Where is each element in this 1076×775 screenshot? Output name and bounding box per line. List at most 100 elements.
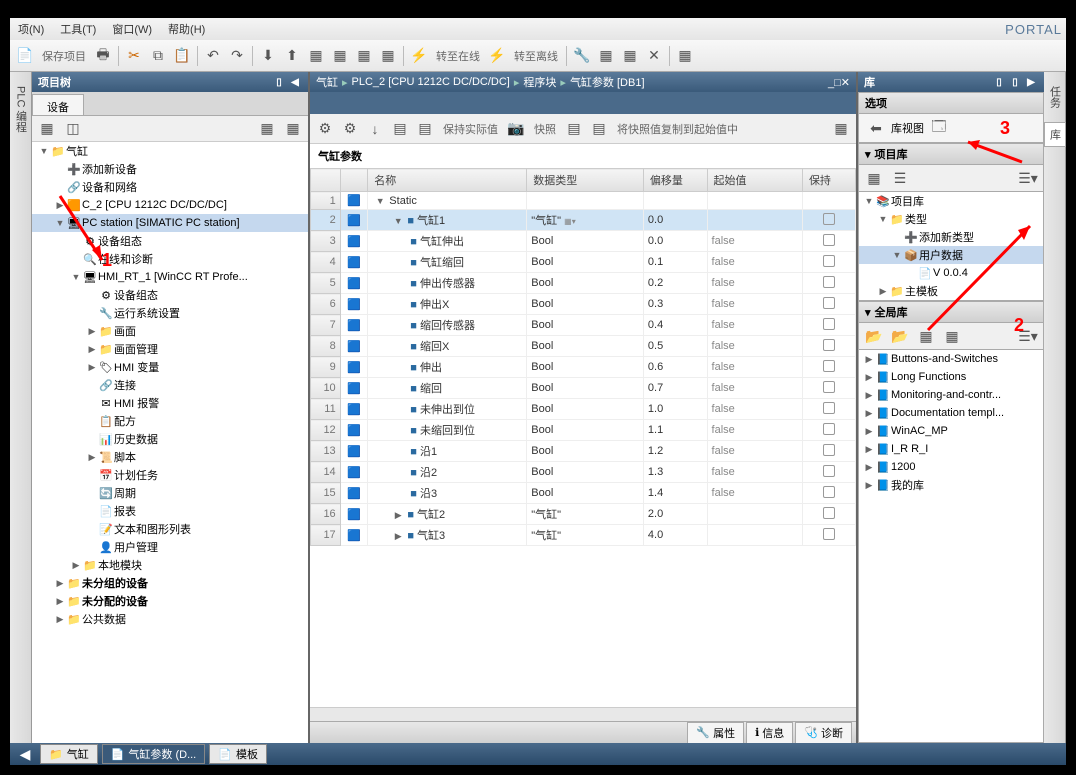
glib-tb-2[interactable]: 📂 — [889, 325, 911, 347]
undo-icon[interactable]: ↶ — [202, 45, 224, 67]
tree-node[interactable]: 📝文本和图形列表 — [32, 520, 308, 538]
global-lib-item[interactable]: ▶📘Long Functions — [859, 368, 1043, 386]
properties-tab[interactable]: 🔧属性 — [687, 722, 744, 744]
redo-icon[interactable]: ↷ — [226, 45, 248, 67]
sb-project[interactable]: 📁气缸 — [40, 744, 98, 764]
menu-tools[interactable]: 工具(T) — [56, 19, 100, 39]
mtb-3[interactable]: ↓ — [364, 118, 386, 140]
menu-window[interactable]: 窗口(W) — [108, 19, 156, 39]
tree-node[interactable]: ▶📜脚本 — [32, 448, 308, 466]
tb-icon-7[interactable]: ▦ — [619, 45, 641, 67]
tree-node[interactable]: ▶📁公共数据 — [32, 610, 308, 628]
col-offset[interactable]: 偏移量 — [643, 169, 707, 192]
global-lib-item[interactable]: ▶📘Buttons-and-Switches — [859, 350, 1043, 368]
tree-tb-4[interactable]: ▦ — [282, 118, 304, 140]
table-row[interactable]: 3 🟦 ■ 气缸伸出 Bool 0.0 false — [311, 231, 856, 252]
mtb-7[interactable]: ▤ — [588, 118, 610, 140]
tree-node[interactable]: ➕添加新设备 — [32, 160, 308, 178]
menu-help[interactable]: 帮助(H) — [164, 19, 209, 39]
mtb-8[interactable]: ▦ — [830, 118, 852, 140]
sb-db[interactable]: 📄气缸参数 (D... — [102, 744, 206, 764]
lib-item[interactable]: ➕添加新类型 — [859, 228, 1043, 246]
tree-node[interactable]: 🔄周期 — [32, 484, 308, 502]
table-row[interactable]: 1 🟦 ▼ Static — [311, 192, 856, 210]
global-lib-item[interactable]: ▶📘I_R R_I — [859, 440, 1043, 458]
global-lib-item[interactable]: ▶📘WinAC_MP — [859, 422, 1043, 440]
glib-tb-3[interactable]: ▦ — [915, 325, 937, 347]
table-row[interactable]: 16 🟦 ▶ ■ 气缸2 "气缸" 2.0 — [311, 504, 856, 525]
options-header[interactable]: 选项 — [858, 92, 1044, 114]
tree-node[interactable]: ⚙设备组态 — [32, 286, 308, 304]
tree-node[interactable]: ▶📁未分组的设备 — [32, 574, 308, 592]
snapshot-button[interactable]: 快照 — [530, 121, 560, 137]
glib-tb-4[interactable]: ▦ — [941, 325, 963, 347]
tree-node[interactable]: ▶📁画面管理 — [32, 340, 308, 358]
tree-node[interactable]: 📅计划任务 — [32, 466, 308, 484]
bc-1[interactable]: 气缸 — [316, 74, 338, 90]
global-lib-item[interactable]: ▶📘我的库 — [859, 476, 1043, 494]
col-start[interactable]: 起始值 — [707, 169, 802, 192]
tree-tb-1[interactable]: ▦ — [36, 118, 58, 140]
tree-tb-2[interactable]: ◫ — [62, 118, 84, 140]
tb-icon-1[interactable]: ▦ — [305, 45, 327, 67]
go-offline-icon[interactable]: ⚡ — [486, 45, 508, 67]
tb-icon-5[interactable]: 🔧 — [571, 45, 593, 67]
go-online-button[interactable]: 转至在线 — [432, 48, 484, 64]
close-editor-icon[interactable]: ✕ — [841, 77, 850, 89]
info-tab[interactable]: ℹ信息 — [746, 722, 793, 744]
glib-tb-1[interactable]: 📂 — [863, 325, 885, 347]
bc-3[interactable]: 程序块 — [523, 74, 556, 90]
lib-item[interactable]: ▼📚项目库 — [859, 192, 1043, 210]
lib-collapse-icon[interactable]: ▶ — [1024, 75, 1038, 89]
table-row[interactable]: 17 🟦 ▶ ■ 气缸3 "气缸" 4.0 — [311, 525, 856, 546]
table-row[interactable]: 11 🟦 ■ 未伸出到位 Bool 1.0 false — [311, 399, 856, 420]
project-lib-header[interactable]: 项目库 — [875, 146, 908, 162]
snapshot-icon[interactable]: 📷 — [505, 118, 527, 140]
lib-item[interactable]: ▼📁类型 — [859, 210, 1043, 228]
tree-node[interactable]: ▼🖥HMI_RT_1 [WinCC RT Profe... — [32, 268, 308, 286]
vtab-lib[interactable]: 库 — [1044, 122, 1066, 147]
table-row[interactable]: 15 🟦 ■ 沿3 Bool 1.4 false — [311, 483, 856, 504]
devices-tab[interactable]: 设备 — [32, 94, 84, 115]
global-lib-item[interactable]: ▶📘Documentation templ... — [859, 404, 1043, 422]
tb-icon-4[interactable]: ▦ — [377, 45, 399, 67]
diagnostics-tab[interactable]: 🩺诊断 — [795, 722, 852, 744]
lib-item[interactable]: ▼📦用户数据 — [859, 246, 1043, 264]
table-row[interactable]: 9 🟦 ■ 伸出 Bool 0.6 false — [311, 357, 856, 378]
mtb-4[interactable]: ▤ — [389, 118, 411, 140]
tree-node[interactable]: 📊历史数据 — [32, 430, 308, 448]
lib-item[interactable]: ▶📁主模板 — [859, 282, 1043, 300]
lib-tb-1[interactable]: ▦ — [863, 167, 885, 189]
tree-node[interactable]: 📄报表 — [32, 502, 308, 520]
tree-node[interactable]: ▶📁本地模块 — [32, 556, 308, 574]
tree-node[interactable]: ▶📁画面 — [32, 322, 308, 340]
close-icon[interactable]: ✕ — [643, 45, 665, 67]
tree-node[interactable]: ▶🟧C_2 [CPU 1212C DC/DC/DC] — [32, 196, 308, 214]
bc-4[interactable]: 气缸参数 [DB1] — [570, 74, 645, 90]
copy-snapshot-button[interactable]: 将快照值复制到起始值中 — [613, 121, 742, 137]
mtb-5[interactable]: ▤ — [414, 118, 436, 140]
tree-node[interactable]: ▶📁未分配的设备 — [32, 592, 308, 610]
go-offline-button[interactable]: 转至离线 — [510, 48, 562, 64]
table-row[interactable]: 6 🟦 ■ 伸出X Bool 0.3 false — [311, 294, 856, 315]
vtab-tasks[interactable]: 任务 — [1045, 80, 1065, 114]
mtb-2[interactable]: ⚙ — [339, 118, 361, 140]
tree-node[interactable]: ⚙设备组态 — [32, 232, 308, 250]
tree-node[interactable]: ▼🖥PC station [SIMATIC PC station] — [32, 214, 308, 232]
col-dtype[interactable]: 数据类型 — [527, 169, 644, 192]
global-lib-header[interactable]: 全局库 — [875, 304, 908, 320]
table-row[interactable]: 5 🟦 ■ 伸出传感器 Bool 0.2 false — [311, 273, 856, 294]
table-row[interactable]: 4 🟦 ■ 气缸缩回 Bool 0.1 false — [311, 252, 856, 273]
table-row[interactable]: 8 🟦 ■ 缩回X Bool 0.5 false — [311, 336, 856, 357]
table-row[interactable]: 12 🟦 ■ 未缩回到位 Bool 1.1 false — [311, 420, 856, 441]
tree-tb-3[interactable]: ▦ — [256, 118, 278, 140]
download-icon[interactable]: ⬇ — [257, 45, 279, 67]
tree-node[interactable]: 🔧运行系统设置 — [32, 304, 308, 322]
tree-node[interactable]: 🔗设备和网络 — [32, 178, 308, 196]
vtab-plc[interactable]: PLC 编程 — [11, 80, 31, 138]
collapse-icon[interactable]: ◀ — [288, 75, 302, 89]
tree-node[interactable]: ▶🏷HMI 变量 — [32, 358, 308, 376]
menu-project[interactable]: 项(N) — [14, 19, 48, 39]
col-name[interactable]: 名称 — [368, 169, 527, 192]
lib-view-icon[interactable]: 🗔 — [928, 117, 950, 139]
